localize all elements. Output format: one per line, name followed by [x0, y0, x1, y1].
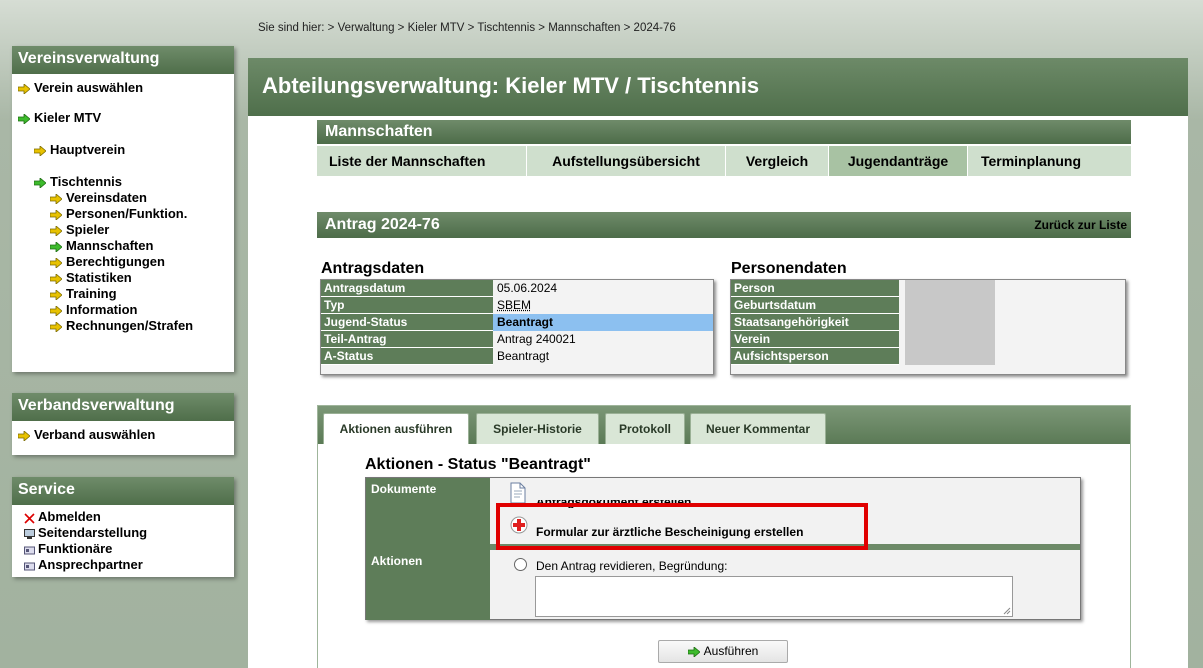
sidebar-item-statistiken[interactable]: Statistiken — [18, 270, 228, 286]
aktionen-label: Aktionen — [366, 550, 490, 620]
arrow-right-icon — [50, 241, 62, 252]
seitendarstellung-link[interactable]: Seitendarstellung — [18, 525, 228, 541]
tab-protokoll[interactable]: Protokoll — [605, 413, 685, 444]
sidebar-item-training[interactable]: Training — [18, 286, 228, 302]
redacted-value — [905, 331, 995, 348]
aktionen-title: Aktionen - Status "Beantragt" — [365, 456, 591, 473]
service-title: Service — [12, 477, 234, 505]
table-row: Antragsdatum 05.06.2024 — [321, 280, 713, 297]
table-row: Typ SBEM — [321, 297, 713, 314]
hauptverein-link[interactable]: Hauptverein — [18, 142, 228, 158]
table-row: Aufsichtsperson — [731, 348, 1125, 365]
tab-aktionen-ausfuehren[interactable]: Aktionen ausführen — [323, 413, 469, 444]
mannschaften-title: Mannschaften — [317, 120, 1131, 144]
ansprechpartner-link[interactable]: Ansprechpartner — [18, 557, 228, 573]
revise-label: Den Antrag revidieren, Begründung: — [536, 559, 728, 573]
vereinsverwaltung-title: Vereinsverwaltung — [12, 46, 234, 74]
tischtennis-link[interactable]: Tischtennis — [18, 174, 228, 190]
table-row: Staatsangehörigkeit — [731, 314, 1125, 331]
arrow-right-icon — [18, 113, 30, 124]
tab-liste-der-mannschaften[interactable]: Liste der Mannschaften — [317, 146, 527, 176]
breadcrumb: Sie sind hier: > Verwaltung > Kieler MTV… — [258, 22, 676, 34]
arrow-right-icon — [34, 177, 46, 188]
ausfuehren-button[interactable]: Ausführen — [658, 640, 788, 663]
arrow-right-icon — [50, 225, 62, 236]
redacted-value — [905, 348, 995, 365]
arrow-right-icon — [687, 646, 700, 657]
arrow-right-icon — [50, 193, 62, 204]
arrow-right-icon — [18, 83, 30, 94]
antrag-title: Antrag 2024-76 — [325, 216, 440, 233]
antragsdatum-value: 05.06.2024 — [497, 281, 558, 295]
back-to-list-link[interactable]: Zurück zur Liste — [1034, 218, 1127, 232]
arrow-right-icon — [34, 145, 46, 156]
document-icon — [510, 482, 526, 504]
sidebar-item-personen[interactable]: Personen/Funktion. — [18, 206, 228, 222]
redacted-value — [905, 314, 995, 331]
resize-handle-icon[interactable] — [1003, 607, 1011, 615]
antragsdaten-table: Antragsdatum 05.06.2024 Typ SBEM Jugend-St… — [320, 279, 714, 375]
verbandsverwaltung-title: Verbandsverwaltung — [12, 393, 234, 421]
abmelden-link[interactable]: Abmelden — [18, 509, 228, 525]
tab-terminplanung[interactable]: Terminplanung — [968, 146, 1094, 176]
sidebar-item-spieler[interactable]: Spieler — [18, 222, 228, 238]
tab-jugendantraege[interactable]: Jugendanträge — [829, 146, 968, 176]
table-row: Teil-Antrag Antrag 240021 — [321, 331, 713, 348]
typ-value: SBEM — [497, 298, 532, 312]
revise-radio[interactable] — [514, 558, 527, 571]
dokumente-label: Dokumente — [366, 478, 490, 550]
table-row: Geburtsdatum — [731, 297, 1125, 314]
table-row: Jugend-Status Beantragt — [321, 314, 713, 331]
antragsdaten-title: Antragsdaten — [321, 260, 425, 277]
monitor-icon — [24, 528, 35, 540]
arrow-right-icon — [50, 209, 62, 220]
arrow-right-icon — [18, 430, 30, 441]
sidebar-item-mannschaften[interactable]: Mannschaften — [18, 238, 228, 254]
sidebar-item-vereinsdaten[interactable]: Vereinsdaten — [18, 190, 228, 206]
personendaten-table: Person Geburtsdatum Staatsangehörigkeit … — [730, 279, 1126, 375]
antrag-header: Antrag 2024-76 Zurück zur Liste — [317, 212, 1131, 238]
personendaten-title: Personendaten — [731, 260, 847, 277]
tab-aufstellungsuebersicht[interactable]: Aufstellungsübersicht — [527, 146, 726, 176]
redacted-value — [905, 297, 995, 314]
tab-vergleich[interactable]: Vergleich — [726, 146, 829, 176]
close-icon — [24, 512, 35, 524]
page-title: Abteilungsverwaltung: Kieler MTV / Tisch… — [248, 58, 1188, 116]
service-panel: Service Abmelden Seitendarstellung Funkt… — [12, 477, 234, 577]
id-card-icon — [24, 560, 35, 571]
arrow-right-icon — [50, 289, 62, 300]
tab-neuer-kommentar[interactable]: Neuer Kommentar — [690, 413, 826, 444]
redacted-value — [905, 280, 995, 297]
table-row: Verein — [731, 331, 1125, 348]
table-row: Person — [731, 280, 1125, 297]
jugend-status-value: Beantragt — [493, 314, 713, 331]
funktionaere-link[interactable]: Funktionäre — [18, 541, 228, 557]
table-row: A-Status Beantragt — [321, 348, 713, 365]
begruendung-textarea[interactable] — [535, 576, 1013, 617]
a-status-value: Beantragt — [497, 349, 550, 363]
verbandsverwaltung-panel: Verbandsverwaltung Verband auswählen — [12, 393, 234, 455]
mannschaften-tabs: Liste der Mannschaften Aufstellungsübers… — [317, 146, 1131, 176]
sidebar-item-rechnungen[interactable]: Rechnungen/Strafen — [18, 318, 228, 334]
highlight-callout — [496, 503, 868, 550]
vereinsverwaltung-panel: Vereinsverwaltung Verein auswählen Kiele… — [12, 46, 234, 372]
arrow-right-icon — [50, 273, 62, 284]
sidebar-item-berechtigungen[interactable]: Berechtigungen — [18, 254, 228, 270]
arrow-right-icon — [50, 321, 62, 332]
sidebar-item-information[interactable]: Information — [18, 302, 228, 318]
id-card-icon — [24, 544, 35, 555]
verband-auswaehlen-link[interactable]: Verband auswählen — [18, 427, 228, 443]
arrow-right-icon — [50, 257, 62, 268]
tab-spieler-historie[interactable]: Spieler-Historie — [476, 413, 599, 444]
verein-auswaehlen-link[interactable]: Verein auswählen — [18, 80, 228, 96]
kieler-mtv-link[interactable]: Kieler MTV — [18, 110, 228, 126]
teil-antrag-value: Antrag 240021 — [497, 332, 576, 346]
arrow-right-icon — [50, 305, 62, 316]
panel-tabbar: Aktionen ausführen Spieler-Historie Prot… — [318, 406, 1130, 444]
